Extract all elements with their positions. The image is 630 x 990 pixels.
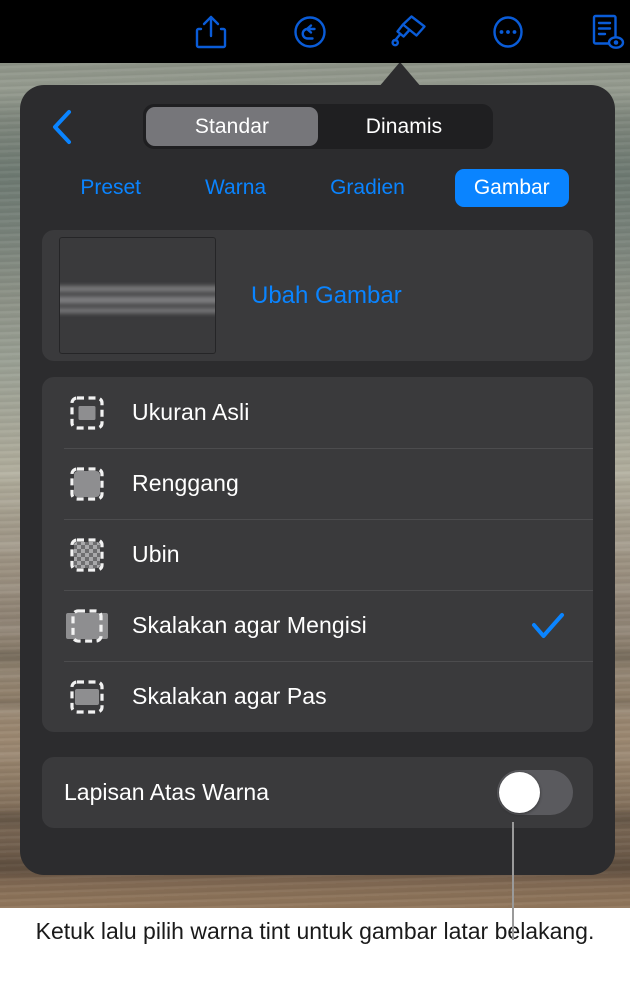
checkmark-icon — [531, 611, 565, 641]
paintbrush-icon[interactable] — [386, 9, 432, 55]
color-overlay-row: Lapisan Atas Warna — [42, 757, 593, 828]
change-image-label[interactable]: Ubah Gambar — [251, 282, 402, 310]
list-item-label: Renggang — [132, 470, 239, 496]
list-item-skalakan-agar-pas[interactable]: Skalakan agar Pas — [42, 661, 593, 732]
tab-gambar[interactable]: Gambar — [454, 169, 569, 207]
document-preview-icon[interactable] — [584, 9, 630, 55]
list-item-label: Skalakan agar Pas — [132, 683, 327, 709]
background-image-thumbnail[interactable] — [60, 238, 215, 353]
list-item-skalakan-agar-mengisi[interactable]: Skalakan agar Mengisi — [42, 590, 593, 661]
stretch-icon — [64, 463, 110, 505]
tab-warna[interactable]: Warna — [191, 170, 280, 206]
image-selection-card: Ubah Gambar — [42, 230, 593, 361]
undo-icon[interactable] — [287, 9, 333, 55]
chevron-left-icon[interactable] — [38, 103, 86, 151]
share-icon[interactable] — [188, 9, 234, 55]
style-segmented-control[interactable]: Standar Dinamis — [143, 104, 493, 149]
segment-standar[interactable]: Standar — [146, 107, 318, 146]
fill-type-tabs: Preset Warna Gradien Gambar — [20, 165, 615, 211]
change-image-row[interactable]: Ubah Gambar — [42, 230, 593, 361]
list-item-ubin[interactable]: Ubin — [42, 519, 593, 590]
more-options-icon[interactable] — [485, 9, 531, 55]
tab-preset[interactable]: Preset — [66, 170, 155, 206]
callout-caption: Ketuk lalu pilih warna tint untuk gambar… — [35, 918, 595, 944]
screenshot-root: Standar Dinamis Preset Warna Gradien Gam… — [0, 0, 630, 990]
toggle-knob[interactable] — [499, 772, 540, 813]
scale-to-fit-icon — [64, 676, 110, 718]
list-item-label: Ubin — [132, 541, 180, 567]
segment-dinamis[interactable]: Dinamis — [318, 107, 490, 146]
list-item-label: Skalakan agar Mengisi — [132, 612, 367, 638]
tile-icon — [64, 534, 110, 576]
scale-options-list: Ukuran Asli Renggang Ubin Skalakan agar … — [42, 377, 593, 732]
top-toolbar — [0, 0, 630, 63]
callout-leader-line — [512, 822, 514, 940]
background-format-popover: Standar Dinamis Preset Warna Gradien Gam… — [20, 85, 615, 875]
tab-gradien[interactable]: Gradien — [316, 170, 419, 206]
scale-to-fill-icon — [64, 605, 110, 647]
color-overlay-label: Lapisan Atas Warna — [64, 779, 269, 805]
color-overlay-toggle[interactable] — [497, 770, 573, 815]
list-item-renggang[interactable]: Renggang — [42, 448, 593, 519]
list-item-label: Ukuran Asli — [132, 399, 250, 425]
original-size-icon — [64, 392, 110, 434]
color-overlay-card: Lapisan Atas Warna — [42, 757, 593, 828]
list-item-ukuran-asli[interactable]: Ukuran Asli — [42, 377, 593, 448]
